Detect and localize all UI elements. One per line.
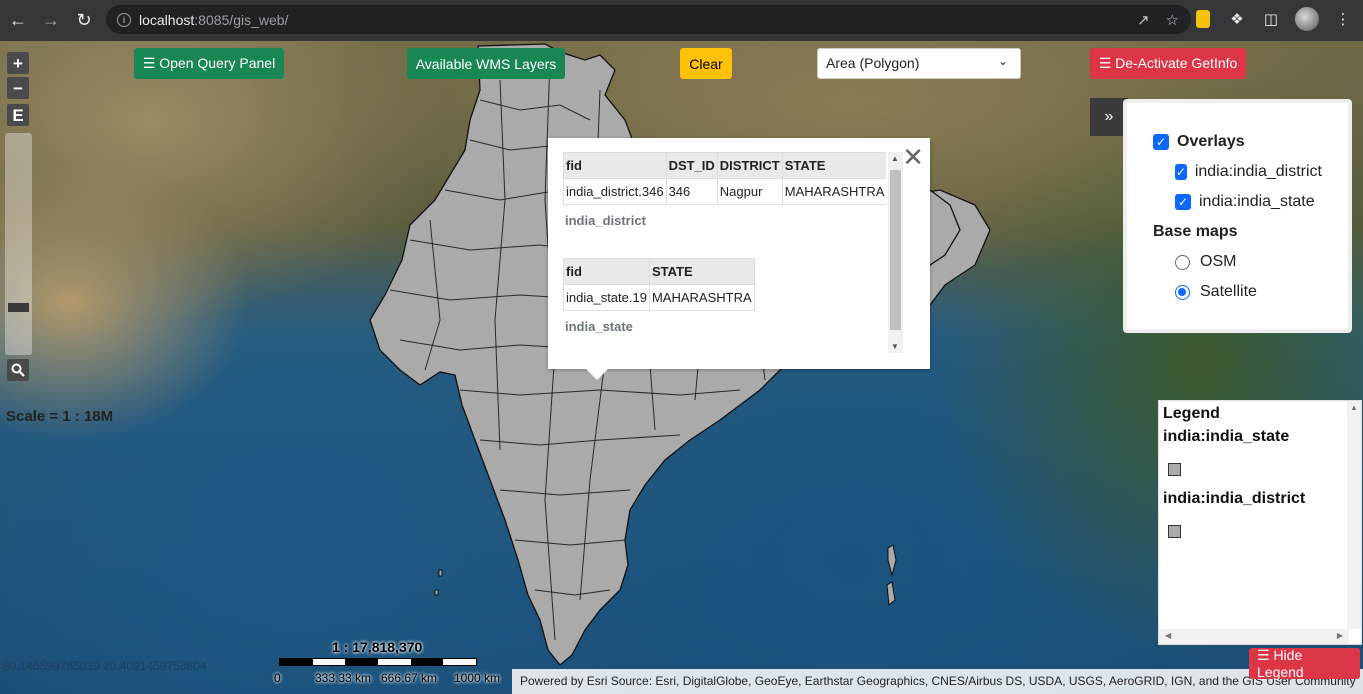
search-icon[interactable]	[7, 359, 29, 381]
scroll-down-icon[interactable]: ▼	[891, 342, 899, 351]
osm-radio[interactable]	[1175, 254, 1190, 270]
scale-bar-segments	[279, 658, 477, 666]
legend-swatch	[1168, 525, 1181, 538]
legend-vertical-scrollbar[interactable]: ▲	[1347, 401, 1361, 629]
bookmark-star-icon[interactable]: ☆	[1166, 11, 1179, 29]
legend-swatch	[1168, 463, 1181, 476]
side-panel-icon[interactable]: ◫	[1261, 9, 1281, 29]
scale-label: 333.33 km	[315, 671, 372, 685]
table-header: STATE	[648, 258, 755, 285]
overlay-item[interactable]: ✓ india:india_district	[1153, 157, 1322, 187]
extension-icon[interactable]	[1193, 9, 1213, 29]
legend-layer-name: india:india_district	[1163, 490, 1306, 507]
overlay-item-label: india:india_state	[1199, 193, 1315, 210]
india-state-checkbox[interactable]: ✓	[1175, 194, 1191, 210]
scale-label: 0	[274, 671, 281, 685]
overlays-label: Overlays	[1177, 133, 1245, 150]
overlay-item-label: india:india_district	[1194, 163, 1322, 180]
scale-ratio: 1 : 17,818,370	[332, 639, 423, 655]
mouse-coordinates: 80.145599785039 20.4091459758804	[3, 659, 207, 673]
browser-toolbar: ← → ↻ i localhost:8085/gis_web/ ↗ ☆ ❖ ◫ …	[0, 0, 1363, 41]
basemaps-group: Base maps	[1153, 217, 1322, 247]
legend-title: Legend	[1163, 405, 1220, 422]
table-header: fid	[563, 258, 650, 285]
basemap-item[interactable]: OSM	[1153, 247, 1322, 277]
clear-button[interactable]: Clear	[680, 48, 732, 79]
layer-switcher-panel: ✓ Overlays ✓ india:india_district ✓ indi…	[1123, 99, 1352, 333]
hide-legend-button[interactable]: ☰ Hide Legend	[1249, 647, 1360, 680]
overlays-checkbox[interactable]: ✓	[1153, 134, 1169, 150]
table-cell: india_district.346	[563, 178, 667, 205]
scroll-up-icon[interactable]: ▲	[1350, 403, 1358, 412]
legend-layer-name: india:india_state	[1163, 428, 1290, 445]
legend-horizontal-scrollbar[interactable]: ◀ ▶	[1159, 629, 1349, 644]
scroll-right-icon[interactable]: ▶	[1337, 631, 1343, 640]
close-icon[interactable]: ✕	[902, 144, 924, 170]
reload-icon[interactable]: ↻	[69, 6, 99, 36]
chevron-down-icon: ⌄	[997, 54, 1008, 68]
table-cell: 346	[665, 178, 718, 205]
zoom-slider-thumb[interactable]	[8, 303, 29, 312]
table-row: india_state.19 MAHARASHTRA	[563, 284, 755, 311]
scroll-left-icon[interactable]: ◀	[1165, 631, 1171, 640]
table-header: fid	[563, 152, 667, 179]
measure-type-select[interactable]: Area (Polygon) ⌄	[817, 48, 1021, 79]
table-cell: Nagpur	[716, 178, 783, 205]
deactivate-getinfo-button[interactable]: ☰ De-Activate GetInfo	[1090, 48, 1246, 79]
menu-kebab-icon[interactable]: ⋮	[1333, 9, 1353, 29]
map-attribution: Powered by Esri Source: Esri, DigitalGlo…	[512, 669, 1363, 694]
share-icon[interactable]: ↗	[1137, 11, 1150, 29]
table-cell: MAHARASHTRA	[781, 178, 886, 205]
zoom-slider[interactable]	[5, 133, 32, 355]
basemap-item-label: OSM	[1200, 253, 1237, 270]
basemap-item[interactable]: Satellite	[1153, 277, 1322, 307]
scrollbar-thumb[interactable]	[890, 170, 901, 330]
available-wms-layers-button[interactable]: Available WMS Layers	[407, 48, 565, 79]
zoom-in-button[interactable]: +	[7, 52, 29, 74]
zoom-extent-button[interactable]: E	[7, 104, 29, 126]
scale-label: 1000 km	[454, 671, 501, 685]
zoom-out-button[interactable]: −	[7, 77, 29, 99]
address-bar[interactable]: i localhost:8085/gis_web/ ↗ ☆	[106, 5, 1191, 34]
popup-content[interactable]: fid DST_ID DISTRICT STATE india_district…	[563, 152, 886, 357]
basemaps-label: Base maps	[1153, 223, 1238, 240]
popup-scrollbar[interactable]: ▲ ▼	[888, 152, 903, 353]
district-info-table: fid DST_ID DISTRICT STATE india_district…	[563, 152, 886, 205]
state-table-caption: india_state	[565, 319, 633, 334]
state-info-table: fid STATE india_state.19 MAHARASHTRA	[563, 258, 755, 311]
scale-label: 666.67 km	[381, 671, 438, 685]
india-district-checkbox[interactable]: ✓	[1175, 164, 1187, 180]
scroll-up-icon[interactable]: ▲	[891, 154, 899, 163]
table-header: DISTRICT	[716, 152, 783, 179]
table-header: STATE	[781, 152, 886, 179]
open-query-panel-button[interactable]: ☰ Open Query Panel	[134, 48, 284, 79]
forward-icon[interactable]: →	[36, 6, 66, 36]
district-table-caption: india_district	[565, 213, 646, 228]
url-host: localhost	[139, 11, 195, 28]
back-icon[interactable]: ←	[3, 6, 33, 36]
feature-info-popup: ✕ fid DST_ID DISTRICT STATE india_distri…	[548, 138, 930, 380]
table-row: india_district.346 346 Nagpur MAHARASHTR…	[563, 178, 886, 205]
site-info-icon[interactable]: i	[117, 12, 131, 27]
satellite-radio[interactable]	[1175, 284, 1190, 300]
table-cell: MAHARASHTRA	[648, 284, 755, 311]
url-path: :8085/gis_web/	[194, 11, 289, 28]
overlays-group[interactable]: ✓ Overlays	[1153, 127, 1322, 157]
profile-avatar[interactable]	[1295, 7, 1319, 31]
basemap-item-label: Satellite	[1200, 283, 1257, 300]
measure-type-value: Area (Polygon)	[826, 55, 920, 71]
scale-bar: 1 : 17,818,370 0 333.33 km 666.67 km 100…	[272, 639, 512, 689]
table-header: DST_ID	[665, 152, 718, 179]
overlay-item[interactable]: ✓ india:india_state	[1153, 187, 1322, 217]
table-cell: india_state.19	[563, 284, 650, 311]
scale-text: Scale = 1 : 18M	[6, 408, 114, 425]
legend-panel: Legend india:india_state india:india_dis…	[1158, 400, 1362, 645]
puzzle-extensions-icon[interactable]: ❖	[1227, 9, 1247, 29]
